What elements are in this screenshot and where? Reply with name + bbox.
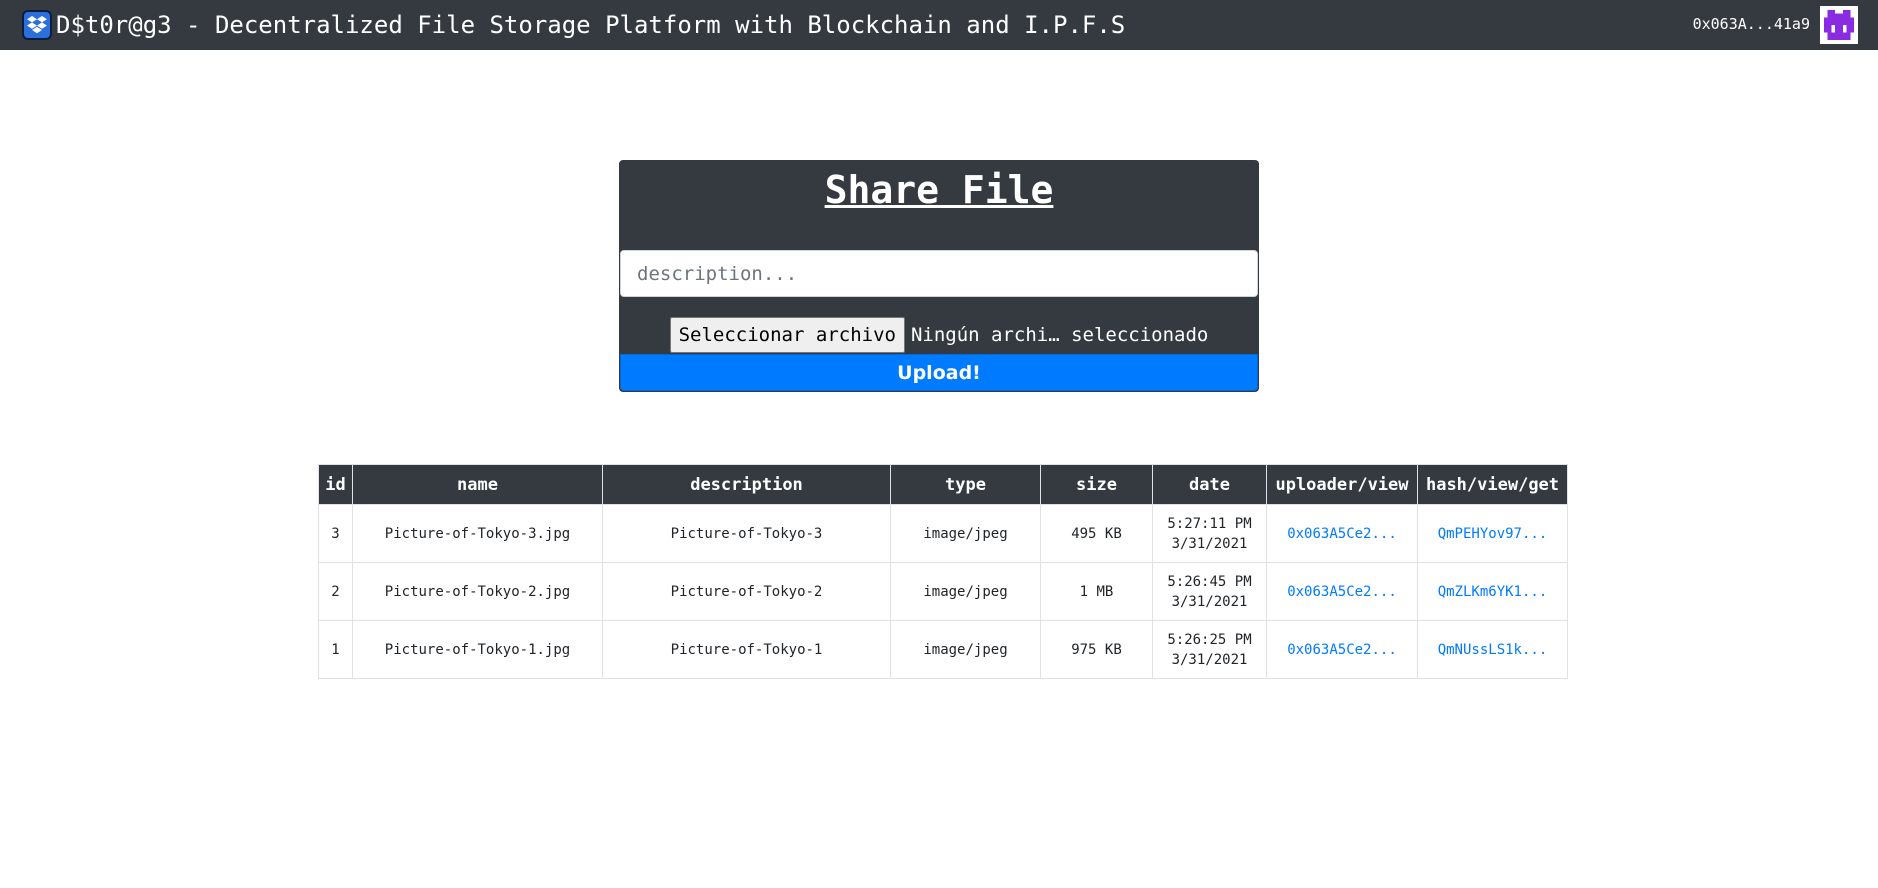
cell-uploader: 0x063A5Ce2... [1266, 620, 1418, 679]
uploader-link[interactable]: 0x063A5Ce2... [1287, 526, 1397, 542]
header-description: description [602, 464, 891, 505]
cell-id: 2 [318, 562, 353, 621]
cell-name: Picture-of-Tokyo-3.jpg [352, 504, 603, 563]
table-row: 3 Picture-of-Tokyo-3.jpg Picture-of-Toky… [318, 504, 1568, 563]
file-status-text: Ningún archi… seleccionado [910, 324, 1209, 346]
cell-date-text: 3/31/2021 [1171, 535, 1248, 552]
cell-description: Picture-of-Tokyo-1 [602, 620, 891, 679]
app-title[interactable]: D$t0r@g3 - Decentralized File Storage Pl… [56, 9, 1125, 41]
identicon-avatar [1820, 6, 1858, 44]
cell-type: image/jpeg [890, 504, 1041, 563]
header-hash: hash/view/get [1417, 464, 1568, 505]
choose-file-button[interactable]: Seleccionar archivo [669, 317, 905, 353]
cell-id: 1 [318, 620, 353, 679]
cell-description: Picture-of-Tokyo-3 [602, 504, 891, 563]
cell-hash: QmNUssLS1k... [1417, 620, 1568, 679]
cell-description: Picture-of-Tokyo-2 [602, 562, 891, 621]
header-name: name [352, 464, 603, 505]
navbar: D$t0r@g3 - Decentralized File Storage Pl… [0, 0, 1878, 50]
cell-date-text: 3/31/2021 [1171, 593, 1248, 610]
description-input[interactable] [620, 250, 1258, 297]
share-file-card: Share File Seleccionar archivo Ningún ar… [619, 160, 1259, 392]
cell-name: Picture-of-Tokyo-1.jpg [352, 620, 603, 679]
cell-time-text: 5:26:25 PM [1167, 631, 1252, 648]
cell-size: 1 MB [1040, 562, 1153, 621]
upload-button[interactable]: Upload! [620, 354, 1258, 391]
cell-date: 5:26:25 PM 3/31/2021 [1152, 620, 1267, 679]
account-address: 0x063A...41a9 [1692, 15, 1810, 33]
cell-date-text: 3/31/2021 [1171, 651, 1248, 668]
cell-size: 495 KB [1040, 504, 1153, 563]
files-table: id name description type size date uploa… [318, 464, 1568, 679]
uploader-link[interactable]: 0x063A5Ce2... [1287, 584, 1397, 600]
cell-size: 975 KB [1040, 620, 1153, 679]
cell-type: image/jpeg [890, 620, 1041, 679]
cell-uploader: 0x063A5Ce2... [1266, 562, 1418, 621]
cell-hash: QmZLKm6YK1... [1417, 562, 1568, 621]
share-file-title: Share File [824, 168, 1054, 212]
dropbox-icon[interactable] [22, 10, 52, 40]
hash-link[interactable]: QmNUssLS1k... [1438, 642, 1548, 658]
cell-time-text: 5:26:45 PM [1167, 573, 1252, 590]
header-uploader: uploader/view [1266, 464, 1418, 505]
uploader-link[interactable]: 0x063A5Ce2... [1287, 642, 1397, 658]
header-type: type [890, 464, 1041, 505]
cell-name: Picture-of-Tokyo-2.jpg [352, 562, 603, 621]
hash-link[interactable]: QmPEHYov97... [1438, 526, 1548, 542]
cell-id: 3 [318, 504, 353, 563]
cell-date: 5:26:45 PM 3/31/2021 [1152, 562, 1267, 621]
cell-time-text: 5:27:11 PM [1167, 515, 1252, 532]
file-picker: Seleccionar archivo Ningún archi… selecc… [619, 317, 1259, 353]
cell-uploader: 0x063A5Ce2... [1266, 504, 1418, 563]
table-row: 1 Picture-of-Tokyo-1.jpg Picture-of-Toky… [318, 620, 1568, 679]
cell-date: 5:27:11 PM 3/31/2021 [1152, 504, 1267, 563]
cell-type: image/jpeg [890, 562, 1041, 621]
hash-link[interactable]: QmZLKm6YK1... [1438, 584, 1548, 600]
header-size: size [1040, 464, 1153, 505]
cell-hash: QmPEHYov97... [1417, 504, 1568, 563]
table-row: 2 Picture-of-Tokyo-2.jpg Picture-of-Toky… [318, 562, 1568, 621]
header-date: date [1152, 464, 1267, 505]
table-header-row: id name description type size date uploa… [318, 464, 1568, 505]
header-id: id [318, 464, 353, 505]
